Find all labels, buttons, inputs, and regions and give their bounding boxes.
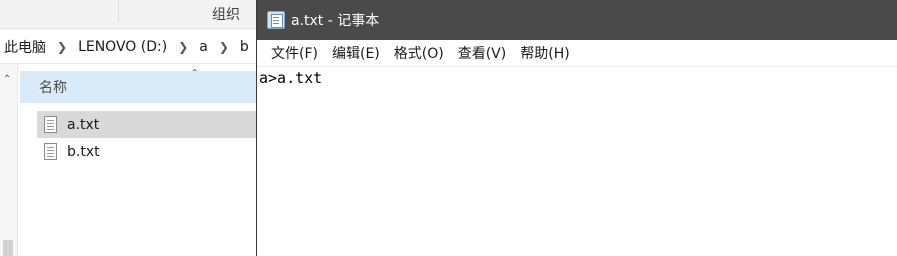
menu-format[interactable]: 格式(O) [387, 43, 451, 63]
menu-edit[interactable]: 编辑(E) [325, 43, 387, 63]
menu-file[interactable]: 文件(F) [264, 43, 325, 63]
text-file-icon [44, 143, 57, 160]
column-header-name-label: 名称 [39, 80, 67, 96]
scroll-up-icon[interactable]: ⌃ [3, 74, 11, 85]
breadcrumb-drive[interactable]: LENOVO (D:) [76, 39, 169, 55]
menu-help[interactable]: 帮助(H) [513, 43, 576, 63]
chevron-right-icon[interactable]: ❯ [169, 40, 197, 54]
text-file-icon [44, 116, 57, 133]
file-row-b-txt[interactable]: b.txt [37, 138, 262, 165]
notepad-title-bar[interactable]: a.txt - 记事本 [257, 0, 897, 40]
menu-bar: 文件(F) 编辑(E) 格式(O) 查看(V) 帮助(H) [257, 40, 897, 66]
notepad-window: a.txt - 记事本 文件(F) 编辑(E) 格式(O) 查看(V) 帮助(H… [256, 0, 897, 256]
window-title: a.txt - 记事本 [291, 13, 380, 29]
chevron-right-icon[interactable]: ❯ [210, 40, 238, 54]
desktop: 组织 此电脑 ❯ LENOVO (D:) ❯ a ❯ b ⌃ ⌃ 名称 a.tx… [0, 0, 897, 256]
navigation-pane: ⌃ [0, 64, 18, 256]
chevron-right-icon[interactable]: ❯ [48, 40, 76, 54]
file-name: a.txt [67, 116, 100, 133]
scrollbar-thumb[interactable] [3, 240, 13, 256]
column-header-name[interactable]: 名称 [20, 71, 260, 103]
menu-view[interactable]: 查看(V) [451, 43, 514, 63]
file-name: b.txt [67, 143, 100, 160]
ribbon-divider [118, 0, 119, 22]
file-row-a-txt[interactable]: a.txt [37, 111, 262, 138]
breadcrumb-folder-b[interactable]: b [238, 39, 251, 55]
breadcrumb-this-pc[interactable]: 此电脑 [2, 37, 48, 57]
ribbon-group-organize[interactable]: 组织 [212, 4, 240, 24]
notepad-icon[interactable] [267, 11, 285, 29]
text-editor-area[interactable]: a>a.txt [257, 66, 897, 256]
breadcrumb-folder-a[interactable]: a [197, 39, 210, 55]
